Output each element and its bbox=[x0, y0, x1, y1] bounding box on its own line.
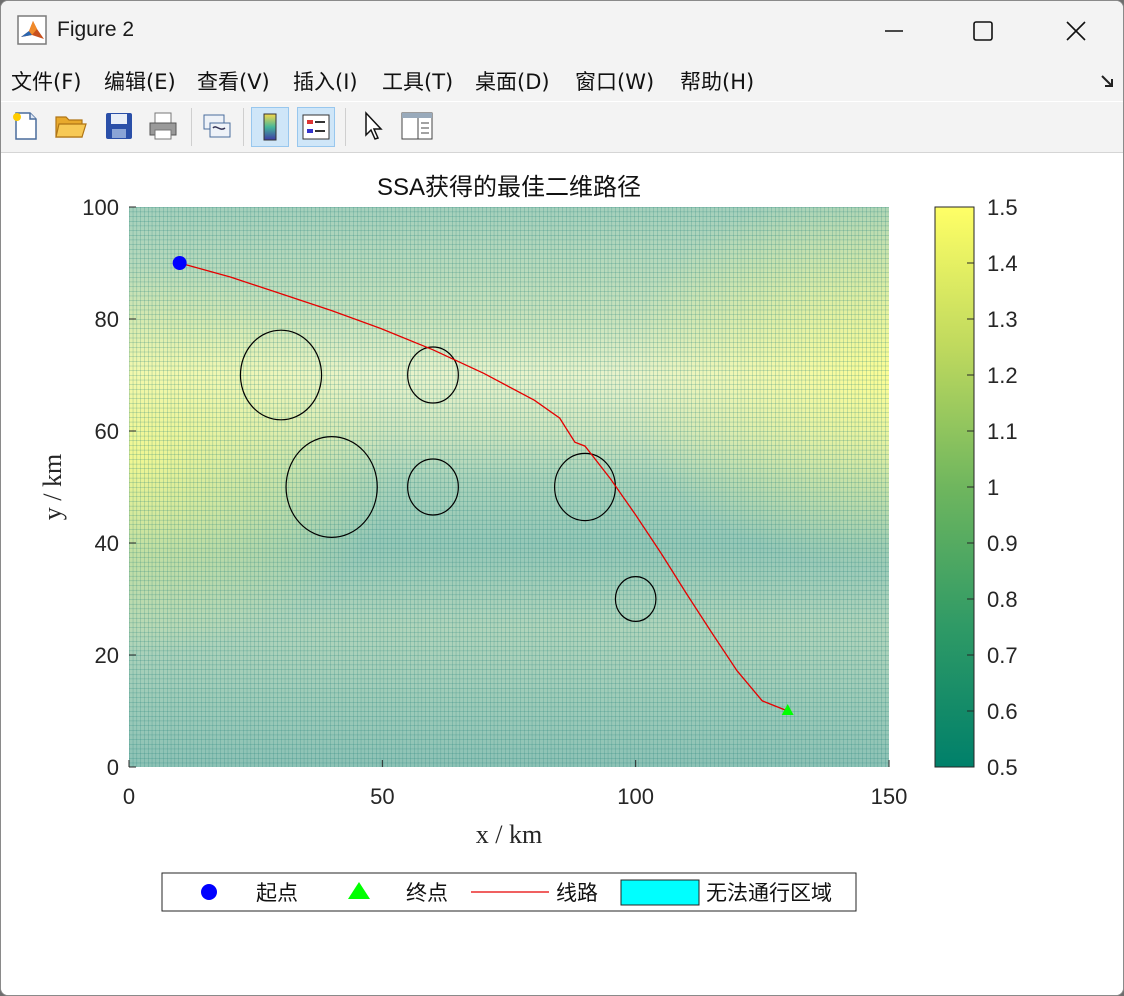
menu-desktop[interactable]: 桌面(D) bbox=[475, 66, 550, 96]
edit-plot-pointer-icon bbox=[365, 111, 383, 140]
close-icon bbox=[1066, 21, 1086, 41]
maximize-button[interactable] bbox=[936, 1, 1030, 61]
colorbar-tick-label: 1.2 bbox=[987, 363, 1018, 388]
colorbar-tick-label: 1 bbox=[987, 475, 999, 500]
property-editor-button[interactable] bbox=[399, 107, 435, 145]
toolbar bbox=[1, 102, 1123, 153]
figure-window: Figure 2 文件(F) 编辑(E) 查看(V) 插入(I) 工具(T) 桌… bbox=[0, 0, 1124, 996]
legend-no-go-swatch bbox=[620, 879, 700, 906]
colorbar-tick-label: 0.9 bbox=[987, 531, 1018, 556]
link-plot-button[interactable] bbox=[199, 107, 235, 145]
new-figure-icon bbox=[13, 112, 37, 140]
colorbar-tick-label: 1.1 bbox=[987, 419, 1018, 444]
matlab-icon bbox=[17, 15, 47, 45]
toolbar-separator bbox=[191, 108, 192, 146]
insert-colorbar-icon bbox=[263, 113, 277, 141]
menu-tools[interactable]: 工具(T) bbox=[382, 66, 453, 96]
menu-insert[interactable]: 插入(I) bbox=[293, 66, 358, 96]
x-axis-label: x / km bbox=[476, 820, 542, 849]
surface-mesh-horizontal bbox=[129, 207, 889, 767]
toolbar-separator bbox=[243, 108, 244, 146]
y-tick-label: 40 bbox=[95, 531, 119, 556]
x-tick-label: 100 bbox=[617, 784, 654, 809]
insert-legend-icon bbox=[302, 114, 330, 140]
plot-axes: 0 50 100 150 0 20 40 60 80 100 bbox=[82, 195, 907, 809]
colorbar-tick-label: 0.7 bbox=[987, 643, 1018, 668]
minimize-button[interactable] bbox=[847, 1, 941, 61]
open-file-icon bbox=[55, 116, 87, 138]
plot-title: SSA获得的最佳二维路径 bbox=[377, 174, 641, 201]
print-button[interactable] bbox=[145, 107, 181, 145]
minimize-icon bbox=[885, 30, 903, 32]
dock-figure-icon[interactable] bbox=[1099, 73, 1115, 89]
legend: 起点 终点 线路 无法通行区域 bbox=[161, 872, 857, 912]
legend-start-marker bbox=[201, 884, 217, 900]
toolbar-separator bbox=[345, 108, 346, 146]
legend-end-label: 终点 bbox=[406, 881, 448, 905]
property-editor-icon bbox=[401, 112, 433, 140]
link-plot-icon bbox=[203, 114, 231, 138]
x-tick-label: 0 bbox=[123, 784, 135, 809]
y-tick-label: 0 bbox=[107, 755, 119, 780]
print-icon bbox=[149, 112, 177, 140]
menu-window[interactable]: 窗口(W) bbox=[575, 66, 654, 96]
menu-edit[interactable]: 编辑(E) bbox=[104, 66, 176, 96]
figure-canvas: SSA获得的最佳二维路径 0 50 100 150 0 20 40 60 80 100 x / … bbox=[1, 153, 1123, 995]
open-file-button[interactable] bbox=[53, 107, 89, 145]
menu-file[interactable]: 文件(F) bbox=[11, 66, 81, 96]
colorbar-tick-label: 0.5 bbox=[987, 755, 1018, 780]
menu-help[interactable]: 帮助(H) bbox=[680, 66, 754, 96]
edit-plot-button[interactable] bbox=[355, 107, 391, 145]
legend-no-go-label: 无法通行区域 bbox=[706, 881, 832, 905]
insert-legend-button[interactable] bbox=[297, 107, 335, 147]
y-tick-label: 20 bbox=[95, 643, 119, 668]
legend-start-label: 起点 bbox=[256, 881, 298, 905]
menu-view[interactable]: 查看(V) bbox=[197, 66, 270, 96]
window-title: Figure 2 bbox=[57, 18, 135, 41]
maximize-icon bbox=[973, 21, 993, 41]
y-tick-label: 80 bbox=[95, 307, 119, 332]
title-bar: Figure 2 bbox=[1, 1, 1123, 61]
legend-route-label: 线路 bbox=[556, 881, 598, 905]
y-tick-label: 100 bbox=[82, 195, 119, 220]
colorbar: 0.5 0.6 0.7 0.8 0.9 1 1.1 1.2 1.3 1.4 1.5 bbox=[934, 195, 1018, 780]
x-tick-label: 50 bbox=[370, 784, 394, 809]
y-tick-label: 60 bbox=[95, 419, 119, 444]
x-tick-label: 150 bbox=[871, 784, 908, 809]
colorbar-tick-label: 1.3 bbox=[987, 307, 1018, 332]
colorbar-tick-label: 0.8 bbox=[987, 587, 1018, 612]
new-figure-button[interactable] bbox=[7, 107, 43, 145]
colorbar-tick-label: 1.5 bbox=[987, 195, 1018, 220]
start-marker bbox=[172, 256, 187, 270]
insert-colorbar-button[interactable] bbox=[251, 107, 289, 147]
menu-bar: 文件(F) 编辑(E) 查看(V) 插入(I) 工具(T) 桌面(D) 窗口(W… bbox=[1, 61, 1123, 101]
close-button[interactable] bbox=[1029, 1, 1123, 61]
colorbar-tick-label: 0.6 bbox=[987, 699, 1018, 724]
colorbar-tick-label: 1.4 bbox=[987, 251, 1018, 276]
save-icon bbox=[106, 113, 132, 139]
save-button[interactable] bbox=[101, 107, 137, 145]
y-axis-label: y / km bbox=[38, 454, 67, 520]
